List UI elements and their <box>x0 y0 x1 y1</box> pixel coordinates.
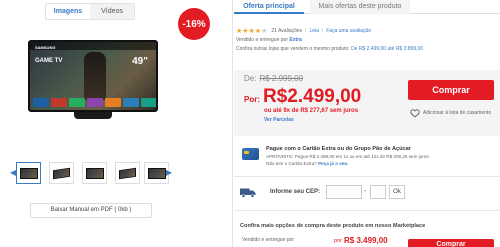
thumbnail-carousel: ◀ ▶ <box>8 162 172 186</box>
heart-icon <box>410 109 420 118</box>
tv-screen: SAMSUNG GAME TV 49" <box>28 40 158 112</box>
rating-row: ★★★★★ 21 Avaliações | Leia | Faça uma av… <box>236 28 371 35</box>
tab-images[interactable]: Imagens <box>46 4 90 19</box>
write-review-link[interactable]: Faça uma avaliação <box>326 28 371 34</box>
seller-name[interactable]: Extra <box>289 37 302 43</box>
download-manual-button[interactable]: Baixar Manual em PDF ( 0kb ) <box>30 203 152 218</box>
marketplace-seller: Vendido e entregue por <box>242 237 294 243</box>
buy-button[interactable]: Comprar <box>408 80 494 100</box>
thumbnail[interactable] <box>115 162 140 184</box>
credit-card-icon <box>242 148 259 160</box>
add-wedding-list[interactable]: Adicionar à lista de casamento <box>410 108 491 118</box>
cep-input-main[interactable] <box>326 185 362 199</box>
star-rating-icon: ★★★★★ <box>236 28 268 35</box>
divider <box>234 210 500 211</box>
cep-label: Informe seu CEP: <box>270 189 321 195</box>
compare-range-link[interactable]: De R$ 2.499,00 até R$ 3.899,00 <box>351 46 423 52</box>
discount-badge: -16% <box>178 8 210 40</box>
media-tabs: Imagens Vídeos <box>45 3 135 20</box>
tv-size-label: 49" <box>132 56 148 67</box>
installments-info: ou até 9x de R$ 277,67 sem juros <box>264 108 359 114</box>
truck-icon <box>240 188 256 198</box>
tab-other-offers[interactable]: Mais ofertas deste produto <box>310 0 410 14</box>
card-offer-title: Pague com o Cartão Extra ou do Grupo Pão… <box>266 146 411 152</box>
tv-stand <box>74 112 112 119</box>
card-offer-detail: APROVEITE: Pague R$ 2.499,00 em 1x ou em… <box>266 154 430 159</box>
column-divider <box>232 0 233 247</box>
tv-promo-text: GAME TV <box>35 58 63 64</box>
compare-stores: Confira outras lojas que vendem o mesmo … <box>236 46 424 52</box>
price-box: De: R$ 2.999,00 Por: R$2.499,00 ou até 9x… <box>234 70 500 136</box>
request-card-link[interactable]: Peça já o seu. <box>318 161 348 166</box>
divider <box>234 176 500 177</box>
card-offer: Pague com o Cartão Extra ou do Grupo Pão… <box>234 142 500 172</box>
thumbnail[interactable] <box>16 162 41 184</box>
tab-main-offer[interactable]: Oferta principal <box>234 0 304 14</box>
old-price: De: R$ 2.999,00 <box>244 74 304 83</box>
thumbnail[interactable] <box>49 162 74 184</box>
tab-videos[interactable]: Vídeos <box>90 4 134 19</box>
tv-character-figure <box>84 52 106 100</box>
product-page: Imagens Vídeos -16% SAMSUNG GAME TV 49" … <box>0 0 500 247</box>
current-price: R$2.499,00 <box>263 86 362 107</box>
card-offer-signup: Não tem o Cartão Extra? Peça já o seu. <box>266 161 349 166</box>
marketplace-buy-button[interactable]: Comprar <box>408 239 494 247</box>
shipping-cep: Informe seu CEP: - Ok <box>234 184 500 202</box>
new-price-row: Por: R$2.499,00 <box>244 86 362 107</box>
cep-ok-button[interactable]: Ok <box>389 185 405 199</box>
chevron-right-icon[interactable]: ▶ <box>166 168 172 177</box>
marketplace-offer: Vendido e entregue por por R$ 3.499,00 C… <box>234 236 500 247</box>
thumbnail[interactable] <box>82 162 107 184</box>
read-reviews-link[interactable]: Leia <box>309 28 318 34</box>
marketplace-price: R$ 3.499,00 <box>344 236 388 245</box>
cep-input-suffix[interactable] <box>370 185 386 199</box>
seller-info: Vendido e entregue por Extra <box>236 37 302 43</box>
product-image[interactable]: SAMSUNG GAME TV 49" <box>28 40 158 120</box>
see-installments-link[interactable]: Ver Parcelas <box>264 117 294 123</box>
marketplace-title: Confira mais opções de compra deste prod… <box>240 223 426 229</box>
tv-brand-logo: SAMSUNG <box>35 45 56 50</box>
offer-tabs: Oferta principal Mais ofertas deste prod… <box>234 0 500 14</box>
tv-app-bar <box>33 98 156 107</box>
review-count: 21 Avaliações <box>271 28 303 34</box>
